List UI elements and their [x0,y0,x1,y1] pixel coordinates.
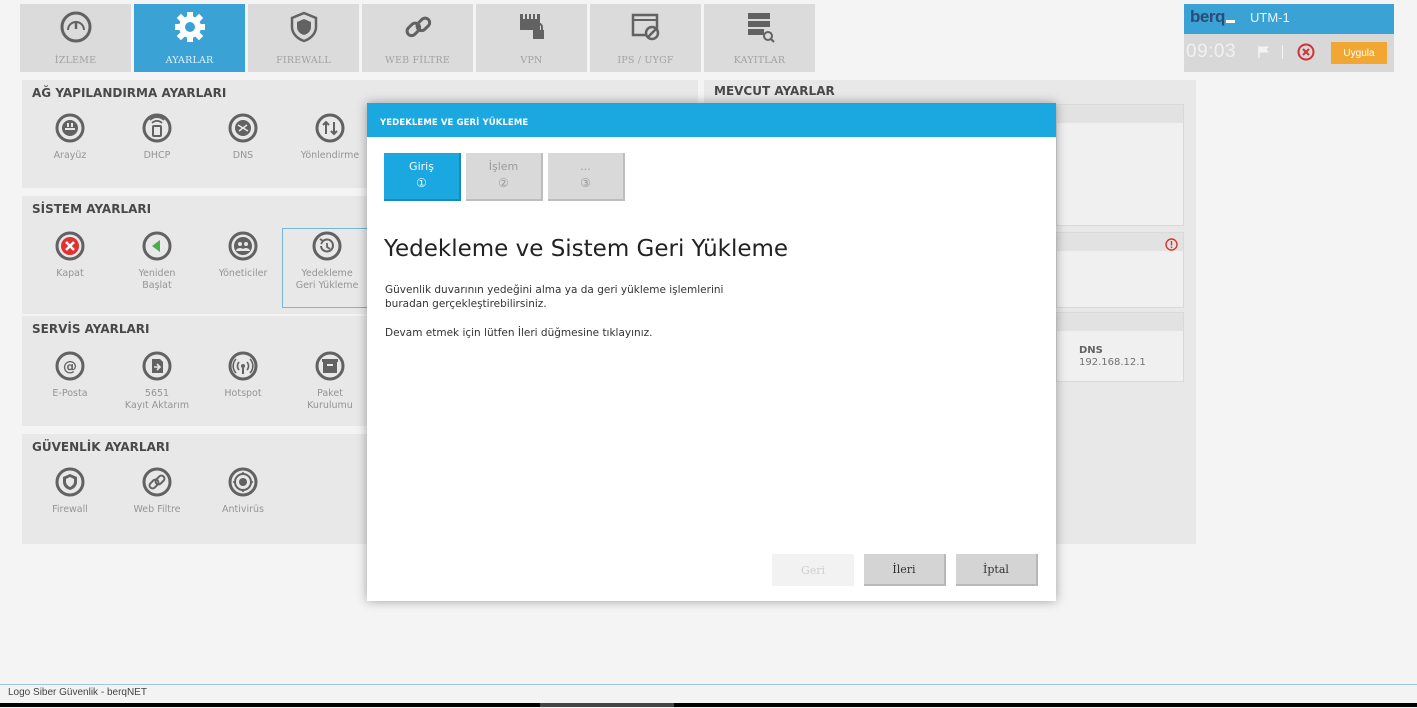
screen-edge [0,703,1417,707]
step-label: İşlem [488,160,519,173]
description-line2: buradan gerçekleştirebilirsiniz. [385,298,547,310]
step-tab-islem[interactable]: İşlem ② [466,153,543,201]
cancel-button[interactable]: İptal [956,554,1038,586]
step-number: ① [416,176,427,190]
step-number: ② [498,176,509,190]
dialog-description: Güvenlik duvarının yedeğini alma ya da g… [385,283,805,311]
dialog-instruction: Devam etmek için lütfen İleri düğmesine … [385,327,653,339]
back-button[interactable]: Geri [772,554,854,586]
step-label: ... [580,160,591,173]
step-tab-giris[interactable]: Giriş ① [384,153,461,201]
dialog-header: YEDEKLEME VE GERİ YÜKLEME [367,103,1056,137]
next-button[interactable]: İleri [864,554,946,586]
backup-restore-dialog: YEDEKLEME VE GERİ YÜKLEME Giriş ① İşlem … [367,103,1056,601]
dialog-title: YEDEKLEME VE GERİ YÜKLEME [380,118,529,128]
step-number: ③ [580,176,591,190]
footer-text: Logo Siber Güvenlik - berqNET [8,687,147,698]
step-label: Giriş [409,160,434,173]
dialog-heading: Yedekleme ve Sistem Geri Yükleme [384,236,789,262]
description-line1: Güvenlik duvarının yedeğini alma ya da g… [385,284,724,296]
step-tab-3[interactable]: ... ③ [548,153,625,201]
